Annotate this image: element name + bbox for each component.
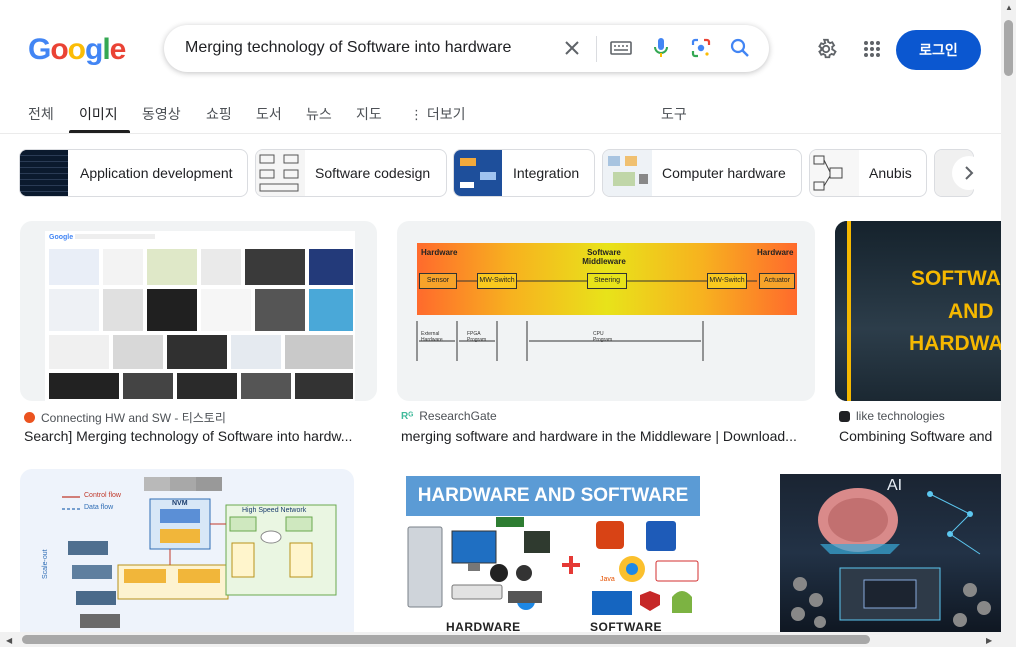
result-title-1[interactable]: Search] Merging technology of Software i…	[24, 428, 369, 444]
logo-letter: o	[50, 33, 68, 66]
middleware-box: Sensor	[419, 273, 457, 289]
result-title-2[interactable]: merging software and hardware in the Mid…	[401, 428, 813, 444]
banner-text: AND	[948, 300, 994, 323]
middleware-diagram	[416, 280, 757, 361]
keyboard-icon[interactable]	[608, 35, 634, 61]
settings-gear-icon[interactable]	[813, 36, 839, 62]
result-source-1[interactable]: Connecting HW and SW - 티스토리	[24, 409, 226, 426]
search-tabs: 전체 이미지 동영상 쇼핑 도서 뉴스 지도 ⋮ 더보기 도구	[0, 92, 1001, 134]
search-box[interactable]: Merging technology of Software into hard…	[164, 25, 769, 72]
hardware-caption: HARDWARE	[446, 620, 521, 632]
chip-software-codesign[interactable]: Software codesign	[255, 149, 447, 197]
tab-shopping[interactable]: 쇼핑	[206, 104, 232, 124]
middleware-bottom-label: FPGA Program	[467, 331, 487, 343]
more-vert-icon: ⋮	[410, 107, 423, 122]
tab-tools[interactable]: 도구	[661, 104, 687, 124]
chip-anubis[interactable]: Anubis	[809, 149, 927, 197]
network-label: High Speed Network	[242, 507, 307, 514]
result-image-5[interactable]: HARDWARE AND SOFTWARE Java HARDWARE SOFT…	[374, 469, 731, 632]
logo-letter: G	[28, 33, 51, 66]
logo-letter: o	[67, 33, 86, 66]
logo-letter: g	[85, 33, 103, 66]
microphone-icon[interactable]	[648, 35, 674, 61]
middleware-bottom-label: External Hardware	[421, 331, 443, 343]
chip-thumbnail	[810, 150, 859, 196]
vertical-scroll-thumb[interactable]	[1004, 20, 1013, 76]
result-image-1[interactable]: Google	[20, 221, 377, 401]
source-label: like technologies	[856, 409, 945, 423]
chip-label: Anubis	[869, 165, 912, 181]
vertical-scrollbar[interactable]	[1001, 0, 1016, 632]
tab-videos[interactable]: 동영상	[142, 104, 181, 124]
chips-next-chevron-icon[interactable]	[952, 156, 986, 190]
chip-computer-hardware[interactable]: Computer hardware	[602, 149, 802, 197]
source-label: ResearchGate	[419, 409, 497, 423]
search-input[interactable]: Merging technology of Software into hard…	[185, 39, 511, 57]
search-icon[interactable]	[727, 35, 753, 61]
tab-images[interactable]: 이미지	[79, 104, 118, 124]
like-technologies-favicon-icon	[839, 410, 850, 422]
middleware-box: Steering	[587, 273, 627, 289]
legend-label: Control flow	[84, 492, 121, 499]
software-caption: SOFTWARE	[590, 620, 662, 632]
chip-thumbnail	[454, 150, 502, 196]
ai-tag: AI	[887, 477, 903, 494]
apps-grid-icon[interactable]	[859, 36, 885, 62]
result-image-2[interactable]: Hardware Software Middleware Hardware Se…	[397, 221, 815, 401]
result-image-6[interactable]: AI	[751, 469, 1001, 632]
middleware-box: MW-Switch	[707, 273, 747, 289]
tab-more[interactable]: ⋮ 더보기	[410, 104, 466, 124]
banner-text: HARDWA	[909, 332, 1001, 355]
tab-more-label: 더보기	[426, 106, 466, 122]
clear-icon[interactable]	[559, 35, 585, 61]
result-image-4[interactable]: Control flow Data flow NVM High Speed Ne…	[20, 469, 354, 632]
chip-thumbnail	[603, 150, 652, 196]
nvm-label: NVM	[172, 500, 188, 507]
tab-all[interactable]: 전체	[28, 104, 54, 124]
google-images-page: Google Merging technology of Software in…	[0, 0, 1016, 647]
chip-thumbnail	[20, 150, 68, 196]
researchgate-favicon-icon: Rᴳ	[401, 410, 414, 422]
chip-thumbnail	[256, 150, 305, 196]
result-title-3[interactable]: Combining Software and	[839, 428, 1001, 444]
source-label: Connecting HW and SW - 티스토리	[41, 411, 226, 425]
logo-letter: l	[102, 33, 110, 66]
tistory-favicon-icon	[24, 412, 35, 423]
architecture-diagram	[62, 477, 337, 628]
chip-label: Computer hardware	[662, 165, 786, 181]
login-button[interactable]: 로그인	[896, 30, 981, 70]
middleware-box: MW-Switch	[477, 273, 517, 289]
accent-bar	[847, 221, 851, 401]
scroll-up-arrow-icon[interactable]: ▲	[1005, 3, 1013, 12]
google-logo[interactable]: Google	[28, 33, 127, 67]
chip-integration[interactable]: Integration	[453, 149, 595, 197]
chip-label: Application development	[80, 165, 233, 181]
scroll-right-arrow-icon[interactable]: ▶	[986, 636, 992, 645]
scaleout-label: Scale-out	[42, 549, 49, 579]
middleware-bottom-label: CPU Program	[593, 331, 613, 343]
screenshot-thumbnail: Google	[45, 231, 355, 401]
horizontal-scroll-thumb[interactable]	[22, 635, 870, 644]
tab-books[interactable]: 도서	[256, 104, 282, 124]
scroll-left-arrow-icon[interactable]: ◀	[6, 636, 12, 645]
chip-label: Software codesign	[315, 165, 431, 181]
result-image-3[interactable]: SOFTWA AND HARDWA	[835, 221, 1001, 401]
chip-label: Integration	[513, 165, 580, 181]
search-divider	[596, 36, 597, 62]
hardware-software-icons: Java	[407, 517, 699, 615]
legend-label: Data flow	[84, 504, 114, 511]
lens-icon[interactable]	[688, 35, 714, 61]
result-source-3[interactable]: like technologies	[839, 409, 945, 423]
active-tab-indicator	[69, 130, 130, 133]
ai-chip-bg: AI	[780, 474, 1001, 632]
banner-text: SOFTWA	[911, 267, 1001, 290]
svg-text:Java: Java	[600, 576, 615, 583]
middleware-box: Actuator	[759, 273, 795, 289]
result-source-2[interactable]: Rᴳ ResearchGate	[401, 409, 497, 423]
chip-application-development[interactable]: Application development	[19, 149, 248, 197]
tab-news[interactable]: 뉴스	[306, 104, 332, 124]
tab-maps[interactable]: 지도	[356, 104, 382, 124]
logo-letter: e	[109, 33, 127, 66]
